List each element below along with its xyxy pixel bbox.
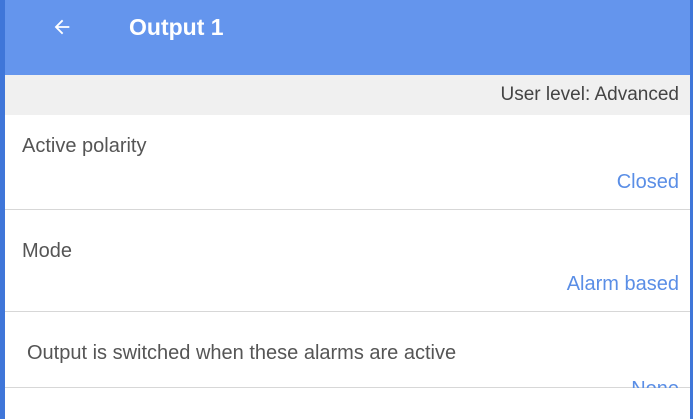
page-title: Output 1	[129, 14, 224, 40]
setting-value: Closed	[616, 171, 679, 193]
setting-label: Active polarity	[22, 135, 147, 157]
setting-active-polarity[interactable]: Active polarity Closed	[5, 115, 690, 210]
top-app-bar: Output 1	[5, 0, 690, 75]
user-level-text: User level: Advanced	[500, 84, 680, 105]
setting-alarm-trigger[interactable]: Output is switched when these alarms are…	[5, 312, 690, 400]
setting-label: Output is switched when these alarms are…	[27, 342, 457, 364]
bottom-strip	[5, 388, 690, 419]
arrow-left-icon	[51, 16, 73, 43]
setting-mode[interactable]: Mode Alarm based	[5, 210, 690, 312]
setting-value: Alarm based	[566, 273, 679, 295]
setting-label: Mode	[22, 240, 73, 262]
user-level-bar: User level: Advanced	[5, 75, 690, 115]
app-screen: Output 1 User level: Advanced Active pol…	[0, 0, 693, 419]
back-button[interactable]	[41, 8, 83, 50]
